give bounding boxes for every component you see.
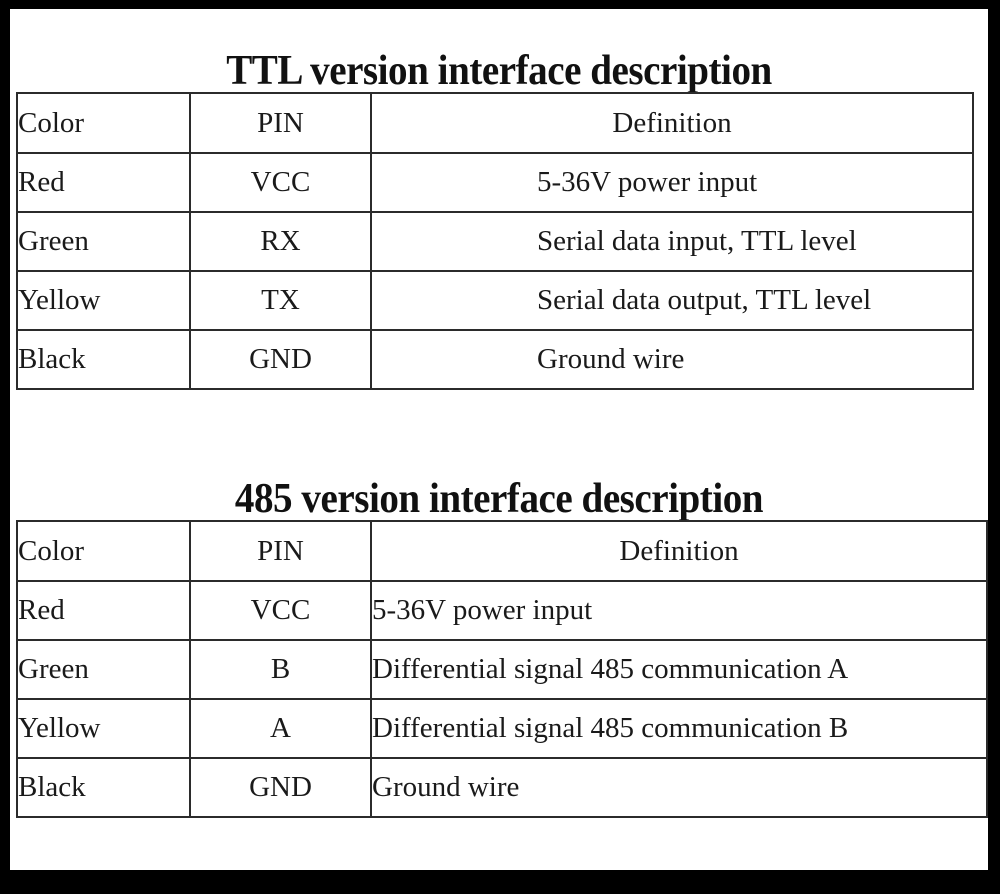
column-header-pin: PIN <box>189 92 372 154</box>
table-row: Red VCC 5-36V power input <box>16 152 974 213</box>
table-row: Black GND Ground wire <box>16 329 974 390</box>
cell-color: Red <box>16 580 191 641</box>
table-row: Green B Differential signal 485 communic… <box>16 639 988 700</box>
cell-pin: B <box>189 639 372 700</box>
cell-pin: TX <box>189 270 372 331</box>
cell-color: Green <box>16 211 191 272</box>
page-frame: TTL version interface description Color … <box>0 0 1000 894</box>
cell-definition: Ground wire <box>370 757 988 818</box>
ttl-section-title: TTL version interface description <box>226 48 772 95</box>
cell-color: Black <box>16 329 191 390</box>
cell-definition: Serial data input, TTL level <box>370 211 974 272</box>
cell-definition: Differential signal 485 communication B <box>370 698 988 759</box>
cell-pin: RX <box>189 211 372 272</box>
column-header-color: Color <box>16 520 191 582</box>
cell-definition: Ground wire <box>370 329 974 390</box>
cell-pin: VCC <box>189 580 372 641</box>
table-row: Red VCC 5-36V power input <box>16 580 988 641</box>
table-row: Black GND Ground wire <box>16 757 988 818</box>
column-header-color: Color <box>16 92 191 154</box>
cell-color: Black <box>16 757 191 818</box>
table-row: Yellow A Differential signal 485 communi… <box>16 698 988 759</box>
cell-color: Red <box>16 152 191 213</box>
rs485-section-title: 485 version interface description <box>234 476 764 523</box>
rs485-interface-table: Color PIN Definition Red VCC 5-36V power… <box>16 520 988 818</box>
cell-pin: GND <box>189 329 372 390</box>
cell-pin: VCC <box>189 152 372 213</box>
cell-definition: Serial data output, TTL level <box>370 270 974 331</box>
cell-definition: 5-36V power input <box>370 580 988 641</box>
table-header-row: Color PIN Definition <box>16 92 974 154</box>
cell-definition: 5-36V power input <box>370 152 974 213</box>
cell-pin: A <box>189 698 372 759</box>
table-header-row: Color PIN Definition <box>16 520 988 582</box>
table-row: Yellow TX Serial data output, TTL level <box>16 270 974 331</box>
cell-color: Yellow <box>16 270 191 331</box>
table-row: Green RX Serial data input, TTL level <box>16 211 974 272</box>
cell-color: Green <box>16 639 191 700</box>
column-header-definition: Definition <box>370 520 988 582</box>
column-header-pin: PIN <box>189 520 372 582</box>
column-header-definition: Definition <box>370 92 974 154</box>
ttl-interface-table: Color PIN Definition Red VCC 5-36V power… <box>16 92 974 390</box>
cell-color: Yellow <box>16 698 191 759</box>
cell-pin: GND <box>189 757 372 818</box>
page-sheet: TTL version interface description Color … <box>10 9 988 870</box>
cell-definition: Differential signal 485 communication A <box>370 639 988 700</box>
